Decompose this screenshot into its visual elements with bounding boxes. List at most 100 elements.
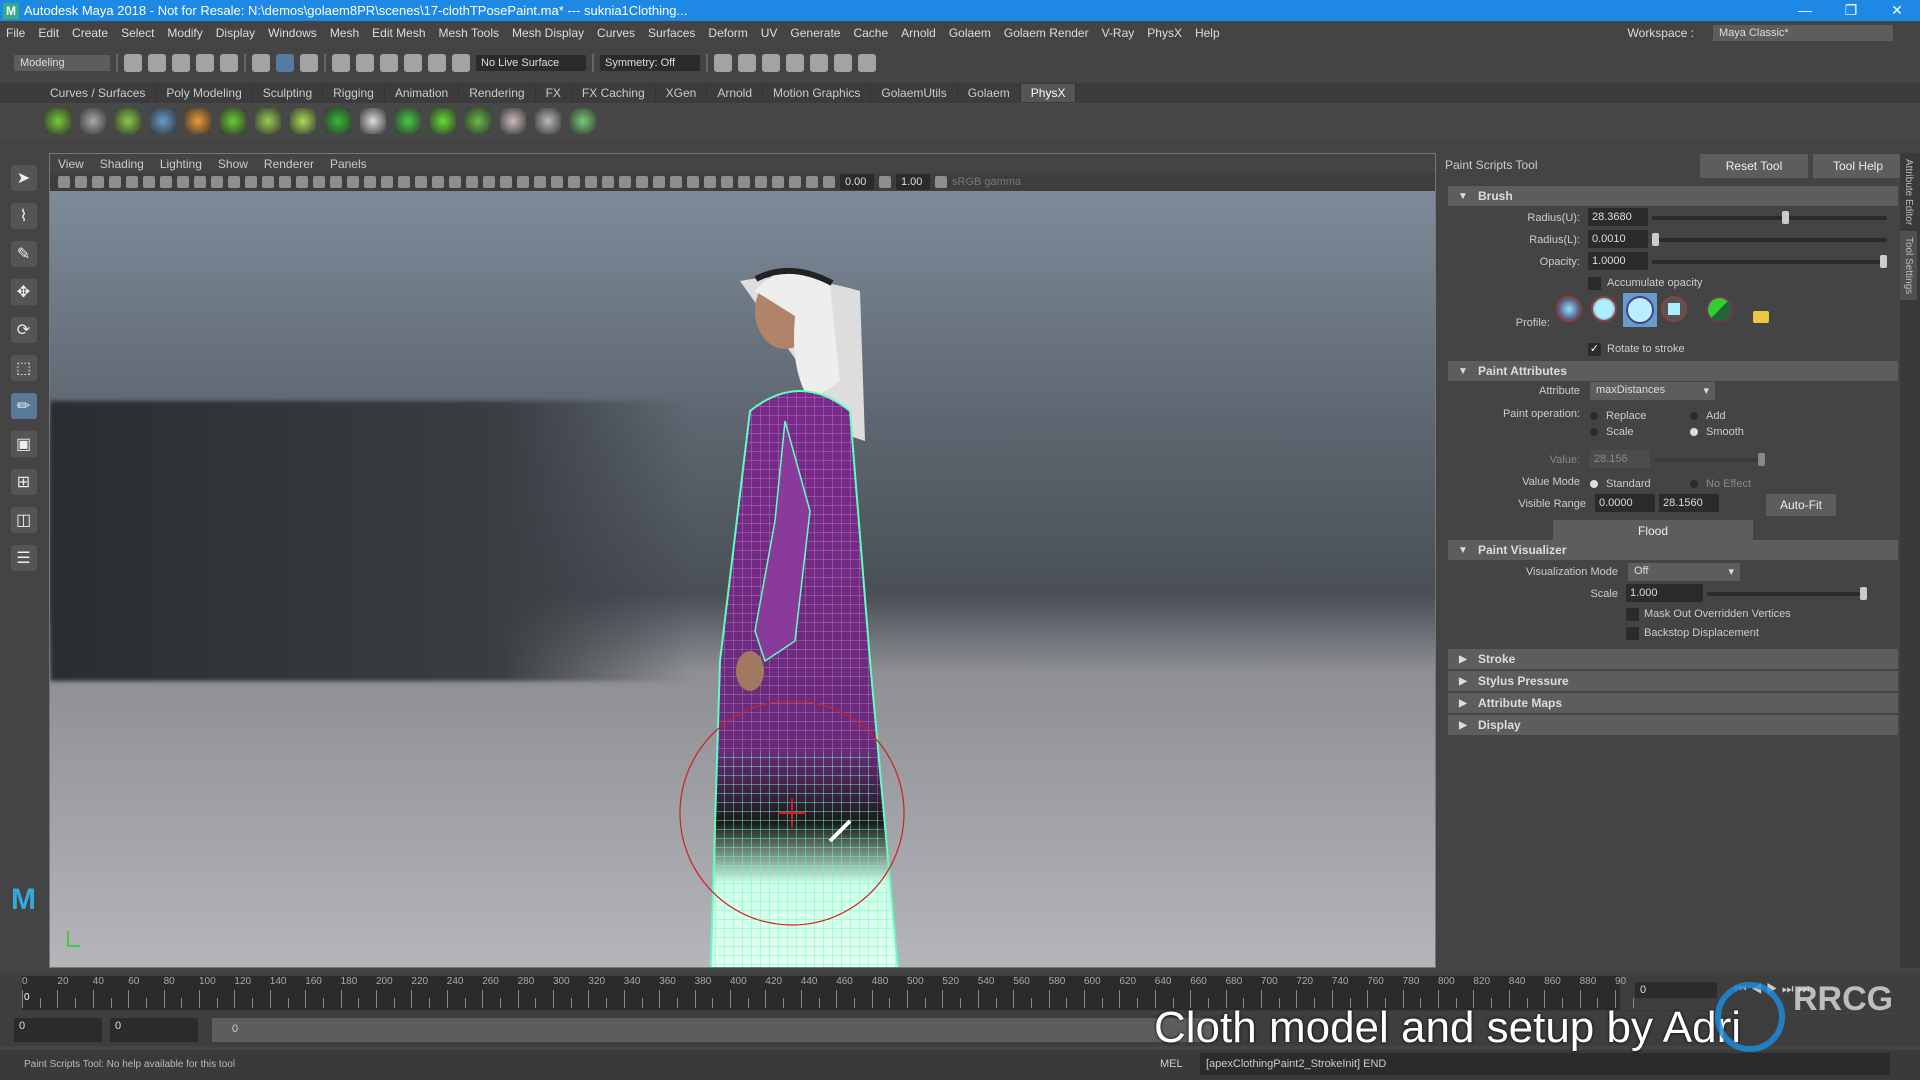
shelf-tool-icon[interactable] [570,108,596,134]
paint-attributes-section-header[interactable]: ▼ Paint Attributes [1448,361,1898,381]
viewport-toolbar-icon[interactable] [194,176,206,188]
shelf-tool-icon[interactable] [255,108,281,134]
menu-golaem[interactable]: Golaem [949,26,991,40]
menu-create[interactable]: Create [72,26,108,40]
shelf-tab-fx-caching[interactable]: FX Caching [572,84,656,102]
symmetry-dropdown[interactable]: Symmetry: Off [600,55,700,71]
viewport-toolbar-icon[interactable] [738,176,750,188]
command-type-button[interactable]: MEL [1160,1058,1183,1070]
shelf-tool-icon[interactable] [360,108,386,134]
viewport-toolbar-icon[interactable] [449,176,461,188]
viewport-toolbar-icon[interactable] [58,176,70,188]
viewport-toolbar-icon[interactable] [109,176,121,188]
viewport-toolbar-icon[interactable] [534,176,546,188]
lasso-tool-icon[interactable]: ⌇ [10,203,37,229]
start-time-field[interactable]: 0 [14,1018,102,1042]
opacity-slider[interactable] [1652,255,1887,268]
viewport-toolbar-icon[interactable] [415,176,427,188]
pause-icon[interactable] [858,54,876,72]
menu-mesh-display[interactable]: Mesh Display [512,26,584,40]
attribute-editor-tab[interactable]: Attribute Editor [1900,153,1917,231]
menu-deform[interactable]: Deform [708,26,747,40]
viewport-toolbar-icon[interactable] [92,176,104,188]
move-tool-icon[interactable]: ✥ [10,279,37,305]
menu-surfaces[interactable]: Surfaces [648,26,695,40]
shelf-tab-physx[interactable]: PhysX [1020,84,1077,102]
shelf-tab-poly-modeling[interactable]: Poly Modeling [156,84,253,102]
viewport-menu-panels[interactable]: Panels [330,157,367,171]
viewport-menu-lighting[interactable]: Lighting [160,157,202,171]
viewport-toolbar-icon[interactable] [211,176,223,188]
section-header-display[interactable]: ▶ Display [1448,715,1898,735]
backstop-displacement-checkbox[interactable] [1626,627,1639,640]
shelf-tool-icon[interactable] [395,108,421,134]
viewport-menu-view[interactable]: View [58,157,84,171]
brush-section-header[interactable]: ▼ Brush [1448,186,1898,206]
close-button[interactable]: ✕ [1874,2,1920,19]
four-view-layout-icon[interactable]: ⊞ [10,469,37,495]
value-mode-no-effect-radio[interactable] [1690,480,1698,488]
undo-icon[interactable] [196,54,214,72]
viewport-toolbar-icon[interactable] [789,176,801,188]
snap-surface-icon[interactable] [428,54,446,72]
scale-tool-icon[interactable]: ⬚ [10,355,37,381]
playback-start-field[interactable]: 0 [110,1018,198,1042]
menu-mesh[interactable]: Mesh [330,26,359,40]
render-frame-icon[interactable] [738,54,756,72]
vray-render-icon[interactable] [834,54,852,72]
image-brush-icon[interactable] [1706,296,1733,323]
viewport-toolbar-icon[interactable] [687,176,699,188]
shelf-tool-icon[interactable] [500,108,526,134]
hypershade-icon[interactable] [810,54,828,72]
color-management-icon[interactable] [935,176,947,188]
menu-physx[interactable]: PhysX [1147,26,1182,40]
shelf-tool-icon[interactable] [115,108,141,134]
mask-overridden-checkbox[interactable] [1626,608,1639,621]
reset-tool-button[interactable]: Reset Tool [1700,154,1808,178]
viewport-menu-renderer[interactable]: Renderer [264,157,314,171]
menu-edit[interactable]: Edit [38,26,59,40]
viewport-toolbar-icon[interactable] [177,176,189,188]
menu-windows[interactable]: Windows [268,26,317,40]
range-bar[interactable]: 0 [212,1018,1212,1042]
menu-help[interactable]: Help [1195,26,1220,40]
menu-uv[interactable]: UV [761,26,778,40]
viewport-toolbar-icon[interactable] [160,176,172,188]
viewport-toolbar-icon[interactable] [75,176,87,188]
shelf-tool-icon[interactable] [325,108,351,134]
shelf-tool-icon[interactable] [80,108,106,134]
menu-curves[interactable]: Curves [597,26,635,40]
menu-file[interactable]: File [6,26,25,40]
menu-modify[interactable]: Modify [167,26,202,40]
shelf-tab-arnold[interactable]: Arnold [707,84,763,102]
viewport-toolbar-icon[interactable] [585,176,597,188]
shelf-tab-golaem[interactable]: Golaem [958,84,1021,102]
snap-point-icon[interactable] [380,54,398,72]
viewport-toolbar-icon[interactable] [466,176,478,188]
color-space-dropdown[interactable]: sRGB gamma [952,176,1112,188]
paint-op-replace-radio[interactable] [1590,412,1598,420]
new-scene-icon[interactable] [124,54,142,72]
paint-tool-icon[interactable]: ✏ [10,393,37,419]
attribute-dropdown[interactable]: maxDistances ▾ [1590,382,1715,400]
viewport-panel[interactable]: View Shading Lighting Show Renderer Panels 0.… [49,153,1436,968]
radius-u-slider[interactable] [1652,211,1887,224]
slider-handle[interactable] [1781,211,1789,224]
value-mode-standard-radio[interactable] [1590,480,1598,488]
exposure-field[interactable]: 0.00 [840,174,874,190]
viewport-toolbar-icon[interactable] [755,176,767,188]
save-scene-icon[interactable] [172,54,190,72]
section-header-attribute-maps[interactable]: ▶ Attribute Maps [1448,693,1898,713]
render-view-icon[interactable] [714,54,732,72]
live-surface-field[interactable]: No Live Surface [476,55,586,71]
soft-brush-icon[interactable] [1591,296,1617,322]
shelf-tab-fx[interactable]: FX [536,84,572,102]
flood-button[interactable]: Flood [1553,520,1753,542]
section-header-stylus-pressure[interactable]: ▶ Stylus Pressure [1448,671,1898,691]
menu-arnold[interactable]: Arnold [901,26,936,40]
select-component-icon[interactable] [300,54,318,72]
viewport-toolbar-icon[interactable] [347,176,359,188]
viewport-toolbar-icon[interactable] [517,176,529,188]
viewport-toolbar-icon[interactable] [772,176,784,188]
paint-select-icon[interactable]: ✎ [10,241,37,267]
